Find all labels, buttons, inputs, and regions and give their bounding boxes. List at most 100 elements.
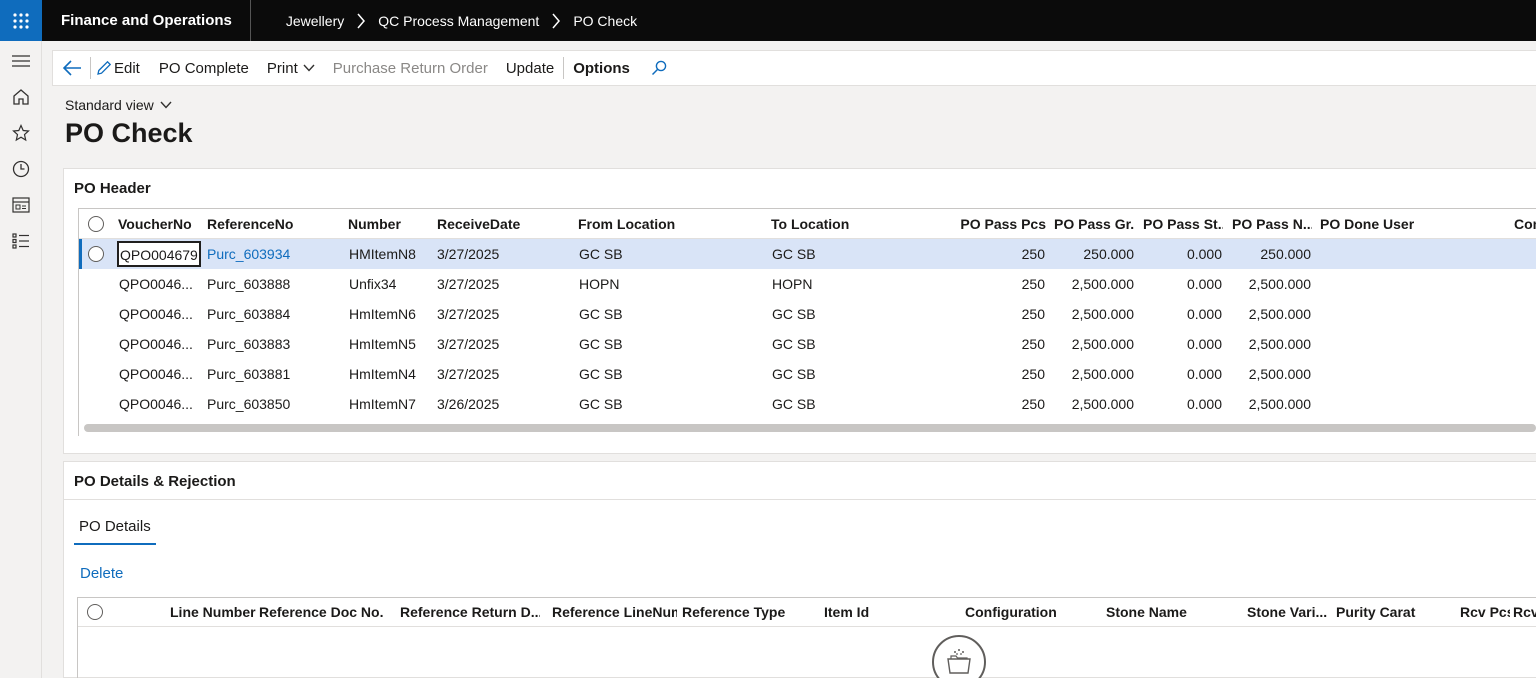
column-header-po-pass-pcs[interactable]: PO Pass Pcs (954, 209, 1046, 239)
column-header-po-pass-n[interactable]: PO Pass N... (1232, 209, 1312, 239)
search-button[interactable] (639, 50, 679, 86)
column-header-voucherno[interactable]: VoucherNo (118, 209, 200, 239)
column-header-receivedate[interactable]: ReceiveDate (437, 209, 567, 239)
clock-recent-icon[interactable] (0, 151, 42, 187)
view-selector[interactable]: Standard view (65, 97, 172, 113)
breadcrumb-item-jewellery[interactable]: Jewellery (286, 13, 344, 29)
column-header-purity-carat[interactable]: Purity Carat (1336, 598, 1436, 626)
column-header-stone-vari[interactable]: Stone Vari... (1247, 598, 1327, 626)
cell-referenceno[interactable]: Purc_603883 (207, 329, 337, 359)
cell-to-location: GC SB (772, 306, 816, 322)
table-row[interactable]: QPO0046... Purc_603888 Unfix34 3/27/2025 HOP… (79, 269, 1536, 299)
app-title[interactable]: Finance and Operations (42, 0, 251, 41)
cell-po-pass-gr: 2,500.000 (1071, 336, 1134, 352)
cell-referenceno[interactable]: Purc_603850 (207, 389, 337, 419)
arrow-left-icon (62, 60, 81, 76)
cell-to-location: GC SB (772, 396, 816, 412)
left-nav (0, 41, 42, 678)
po-complete-button[interactable]: PO Complete (150, 50, 258, 86)
column-header-stone-name[interactable]: Stone Name (1106, 598, 1236, 626)
cell-number: HmItemN7 (349, 396, 416, 412)
column-header-reference-type[interactable]: Reference Type (682, 598, 817, 626)
column-header-referenceno[interactable]: ReferenceNo (207, 209, 337, 239)
cell-from-location: GC SB (579, 396, 623, 412)
app-launcher-button[interactable] (0, 0, 42, 41)
cell-po-pass-n: 250.000 (1260, 246, 1311, 262)
search-icon (651, 60, 667, 76)
cell-voucherno[interactable]: QPO0046... (119, 359, 201, 389)
cell-from-location: HOPN (579, 276, 620, 292)
column-header-configuration[interactable]: Configuration (965, 598, 1095, 626)
options-tab[interactable]: Options (564, 50, 639, 86)
column-header-reference-return-d[interactable]: Reference Return D... (400, 598, 540, 626)
cell-po-pass-n: 2,500.000 (1248, 396, 1311, 412)
table-row[interactable]: QPO004679 Purc_603934 HMItemN8 3/27/2025 GC … (79, 239, 1536, 269)
section-divider (63, 499, 1536, 500)
cell-number: HmItemN5 (349, 336, 416, 352)
cell-voucherno[interactable]: QPO0046... (119, 299, 201, 329)
print-menu-button[interactable]: Print (258, 50, 324, 86)
column-header-to-location[interactable]: To Location (771, 209, 941, 239)
column-header-item-id[interactable]: Item Id (824, 598, 954, 626)
cell-po-pass-gr: 2,500.000 (1071, 276, 1134, 292)
cell-voucherno[interactable]: QPO004679 (117, 241, 201, 267)
cell-number: HmItemN4 (349, 366, 416, 382)
cell-voucherno[interactable]: QPO0046... (119, 389, 201, 419)
table-row[interactable]: QPO0046... Purc_603883 HmItemN5 3/27/2025 GC… (79, 329, 1536, 359)
table-row[interactable]: QPO0046... Purc_603881 HmItemN4 3/27/2025 GC… (79, 359, 1536, 389)
cell-referenceno[interactable]: Purc_603934 (207, 239, 337, 269)
cell-voucherno[interactable]: QPO0046... (119, 269, 201, 299)
breadcrumb: Jewellery QC Process Management PO Check (286, 13, 637, 29)
table-row[interactable]: QPO0046... Purc_603884 HmItemN6 3/27/2025 GC… (79, 299, 1536, 329)
purchase-return-order-button[interactable]: Purchase Return Order (324, 50, 497, 86)
cell-po-pass-pcs: 250 (1021, 276, 1045, 292)
po-details-title[interactable]: PO Details & Rejection (74, 473, 236, 490)
column-header-rcv-pcs[interactable]: Rcv Pcs (1460, 598, 1510, 626)
star-favorites-icon[interactable] (0, 115, 42, 151)
row-select-checkbox[interactable] (88, 246, 104, 262)
update-button[interactable]: Update (497, 50, 563, 86)
chevron-right-icon (551, 13, 561, 29)
cell-from-location: GC SB (579, 336, 623, 352)
cell-voucherno[interactable]: QPO0046... (119, 329, 201, 359)
workspaces-icon[interactable] (0, 187, 42, 223)
hamburger-menu-icon[interactable] (0, 43, 42, 79)
cell-po-pass-pcs: 250 (1021, 336, 1045, 352)
chevron-right-icon (356, 13, 366, 29)
cell-po-pass-n: 2,500.000 (1248, 366, 1311, 382)
chevron-down-icon (160, 101, 172, 109)
column-header-rcv[interactable]: Rcv (1513, 598, 1536, 626)
select-all-checkbox[interactable] (88, 216, 104, 232)
column-header-reference-doc-no[interactable]: Reference Doc No. (259, 598, 394, 626)
column-header-reference-linenum[interactable]: Reference LineNum (552, 598, 677, 626)
cell-referenceno[interactable]: Purc_603881 (207, 359, 337, 389)
tab-po-details[interactable]: PO Details (74, 514, 156, 545)
column-header-con[interactable]: Con (1514, 209, 1536, 239)
top-bar: Finance and Operations Jewellery QC Proc… (0, 0, 1536, 41)
column-header-from-location[interactable]: From Location (578, 209, 758, 239)
modules-list-icon[interactable] (0, 223, 42, 259)
horizontal-scrollbar[interactable] (84, 424, 1536, 432)
column-header-number[interactable]: Number (348, 209, 428, 239)
cell-receivedate: 3/27/2025 (437, 246, 500, 262)
cell-to-location: GC SB (772, 246, 816, 262)
select-all-checkbox[interactable] (87, 604, 103, 620)
cell-referenceno[interactable]: Purc_603888 (207, 269, 337, 299)
po-header-title[interactable]: PO Header (74, 180, 151, 197)
cell-receivedate: 3/27/2025 (437, 366, 500, 382)
table-row[interactable]: QPO0046... Purc_603850 HmItemN7 3/26/2025 GC… (79, 389, 1536, 419)
edit-button[interactable]: Edit (91, 50, 150, 86)
cell-number: Unfix34 (349, 276, 397, 292)
delete-button[interactable]: Delete (80, 565, 123, 582)
breadcrumb-item-po-check[interactable]: PO Check (573, 13, 637, 29)
cell-po-pass-gr: 250.000 (1083, 246, 1134, 262)
column-header-po-done-user[interactable]: PO Done User (1320, 209, 1500, 239)
column-header-line-number[interactable]: Line Number (170, 598, 260, 626)
breadcrumb-item-qc-process-management[interactable]: QC Process Management (378, 13, 539, 29)
column-header-po-pass-st[interactable]: PO Pass St... (1143, 209, 1223, 239)
cell-referenceno[interactable]: Purc_603884 (207, 299, 337, 329)
back-button[interactable] (53, 50, 90, 86)
column-header-po-pass-gr[interactable]: PO Pass Gr... (1054, 209, 1134, 239)
cell-po-pass-st: 0.000 (1186, 246, 1222, 262)
home-icon[interactable] (0, 79, 42, 115)
